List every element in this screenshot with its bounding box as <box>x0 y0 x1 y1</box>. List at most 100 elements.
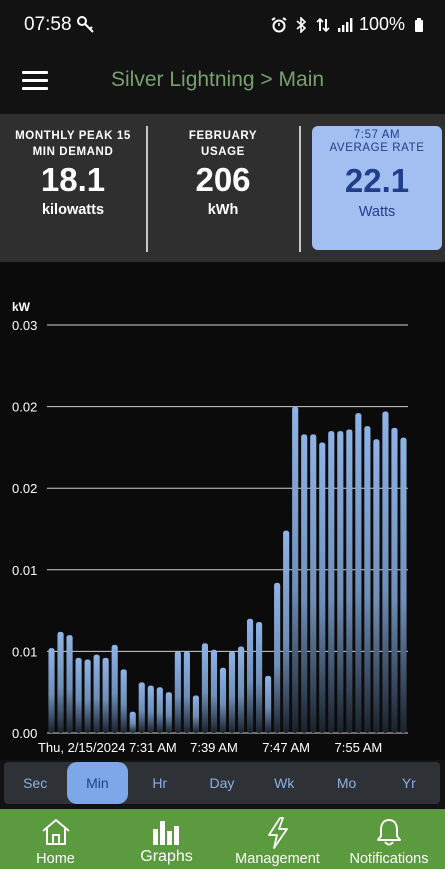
x-tick-label: 7:47 AM <box>262 740 310 755</box>
tile-unit: kilowatts <box>41 202 105 218</box>
february-usage-tile[interactable]: FEBRUARY USAGE 206 kWh <box>148 114 298 262</box>
nav-label: Notifications <box>349 851 429 867</box>
usage-bar-chart[interactable]: kW 0.03 0.02 0.02 0.01 0.01 0.00Thu, 2/15/2024… <box>0 262 445 760</box>
bar[interactable] <box>382 411 389 734</box>
y-tick-label: 0.02 <box>12 481 37 496</box>
range-tab-mo[interactable]: Mo <box>315 762 377 804</box>
y-tick-label: 0.03 <box>12 318 37 333</box>
bar[interactable] <box>256 622 263 733</box>
y-tick-label: 0.01 <box>12 563 37 578</box>
lightning-icon <box>268 817 288 849</box>
bar[interactable] <box>165 692 172 733</box>
bar[interactable] <box>364 426 371 733</box>
tile-time: 7:57 AM <box>353 129 401 141</box>
bar[interactable] <box>283 530 290 733</box>
tile-value: 22.1 <box>344 162 410 199</box>
nav-graphs[interactable]: Graphs <box>111 809 222 869</box>
range-tab-hr[interactable]: Hr <box>129 762 191 804</box>
summary-panel: MONTHLY PEAK 15 MIN DEMAND 18.1 kilowatts… <box>0 114 445 262</box>
tile-unit: kWh <box>207 202 239 218</box>
signal-icon <box>337 17 353 32</box>
bar[interactable] <box>120 669 127 733</box>
x-tick-label: 7:39 AM <box>190 740 238 755</box>
divider <box>299 126 301 252</box>
time-range-selector: Sec Min Hr Day Wk Mo Yr <box>4 762 440 804</box>
battery-icon <box>415 17 423 32</box>
range-tab-day[interactable]: Day <box>191 762 253 804</box>
bar[interactable] <box>246 618 254 733</box>
tile-value: 206 <box>195 161 251 198</box>
graphs-icon <box>153 821 179 845</box>
status-icons: 100% <box>271 14 427 35</box>
range-tab-min[interactable]: Min <box>67 762 128 804</box>
range-tab-sec[interactable]: Sec <box>4 762 66 804</box>
bar[interactable] <box>183 651 190 733</box>
bar[interactable] <box>319 442 326 734</box>
bar[interactable] <box>210 649 218 733</box>
bar[interactable] <box>66 635 73 733</box>
x-tick-label: 7:55 AM <box>335 740 383 755</box>
data-transfer-icon <box>316 17 330 32</box>
nav-home[interactable]: Home <box>0 809 111 869</box>
tile-label: AVERAGE RATE <box>329 142 425 154</box>
tile-label: MONTHLY PEAK 15 MIN DEMAND <box>15 130 131 158</box>
bar[interactable] <box>346 429 353 733</box>
y-tick-label: 0.02 <box>12 400 37 415</box>
nav-label: Home <box>36 851 75 867</box>
status-time: 07:58 <box>24 14 72 35</box>
bar[interactable] <box>201 643 209 733</box>
bar[interactable] <box>328 431 335 733</box>
bar[interactable] <box>57 631 64 733</box>
y-axis-label: kW <box>12 300 31 314</box>
bottom-navigation: Home Graphs Management Notifications <box>0 809 445 869</box>
bluetooth-icon <box>296 16 307 33</box>
bar[interactable] <box>337 431 344 733</box>
bar[interactable] <box>373 439 380 733</box>
bar[interactable] <box>237 646 245 734</box>
bar[interactable] <box>265 675 272 733</box>
bar[interactable] <box>301 434 308 733</box>
bar[interactable] <box>48 648 55 733</box>
chart-area: kW 0.03 0.02 0.02 0.01 0.01 0.00 Thu, 2/15/2024… <box>0 262 445 760</box>
battery-percent: 100% <box>358 14 405 34</box>
bar[interactable] <box>228 651 236 733</box>
bar[interactable] <box>355 413 362 733</box>
bar[interactable] <box>147 685 154 733</box>
bar[interactable] <box>84 659 91 733</box>
tile-value: 18.1 <box>40 161 106 198</box>
nav-notifications[interactable]: Notifications <box>333 809 445 869</box>
bar[interactable] <box>174 651 181 733</box>
bar[interactable] <box>400 437 407 733</box>
bar[interactable] <box>310 434 317 733</box>
bar[interactable] <box>93 654 100 733</box>
bar[interactable] <box>391 427 398 733</box>
x-tick-label: Thu, 2/15/2024 7:31 AM <box>38 740 177 755</box>
nav-label: Management <box>235 851 320 867</box>
page-title: Silver Lightning > Main <box>111 68 325 91</box>
bar[interactable] <box>138 682 145 733</box>
nav-management[interactable]: Management <box>222 809 333 869</box>
bar[interactable] <box>102 657 109 733</box>
menu-icon[interactable] <box>22 71 48 93</box>
bar[interactable] <box>75 657 82 733</box>
bar[interactable] <box>156 687 163 733</box>
bar[interactable] <box>219 667 227 733</box>
home-icon <box>42 818 70 845</box>
y-tick-label: 0.00 <box>12 726 37 741</box>
status-bar: 07:58 100% <box>0 0 445 52</box>
alarm-icon <box>271 16 287 32</box>
nav-label: Graphs <box>140 848 193 865</box>
monthly-peak-tile[interactable]: MONTHLY PEAK 15 MIN DEMAND 18.1 kilowatts <box>0 114 146 262</box>
bar[interactable] <box>129 711 136 733</box>
y-tick-label: 0.01 <box>12 644 37 659</box>
bar[interactable] <box>111 644 118 733</box>
bar[interactable] <box>292 406 299 733</box>
app-bar: Silver Lightning > Main <box>0 52 445 114</box>
tile-unit: Watts <box>358 204 396 220</box>
range-tab-wk[interactable]: Wk <box>253 762 315 804</box>
range-tab-yr[interactable]: Yr <box>378 762 440 804</box>
average-rate-tile[interactable]: 7:57 AM AVERAGE RATE 22.1 Watts <box>312 126 442 250</box>
bar[interactable] <box>192 695 199 733</box>
bar[interactable] <box>274 582 281 733</box>
key-icon <box>77 16 94 33</box>
